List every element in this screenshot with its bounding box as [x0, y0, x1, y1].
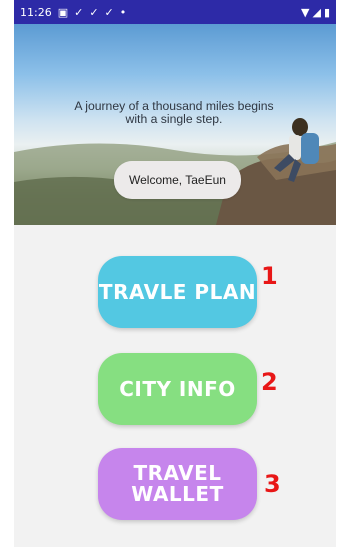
welcome-chip[interactable]: Welcome, TaeEun [114, 161, 241, 199]
city-info-button[interactable]: CITY INFO [98, 353, 257, 425]
notification-icon: ▣ [57, 5, 69, 19]
annotation-3: 3 [264, 470, 281, 498]
status-time: 11:26 [20, 5, 52, 19]
hero-quote: A journey of a thousand miles begins wit… [74, 99, 274, 126]
travel-plan-button[interactable]: TRAVLE PLAN [98, 256, 257, 328]
annotation-2: 2 [261, 368, 278, 396]
travel-wallet-button[interactable]: TRAVEL WALLET [98, 448, 257, 520]
signal-icon: ◢ [312, 5, 321, 19]
phone-screen: 11:26 ▣ ✓ ✓ ✓ • ▼ ◢ ▮ A journey of a tho… [14, 0, 336, 547]
dot-icon: • [119, 5, 127, 19]
hero-banner: A journey of a thousand miles begins wit… [14, 24, 336, 225]
battery-icon: ▮ [323, 5, 330, 19]
check-icon: ✓ [104, 5, 114, 19]
status-bar: 11:26 ▣ ✓ ✓ ✓ • ▼ ◢ ▮ [14, 0, 336, 24]
check-icon: ✓ [74, 5, 84, 19]
wifi-icon: ▼ [301, 5, 310, 19]
annotation-1: 1 [261, 262, 278, 290]
check-icon: ✓ [89, 5, 99, 19]
